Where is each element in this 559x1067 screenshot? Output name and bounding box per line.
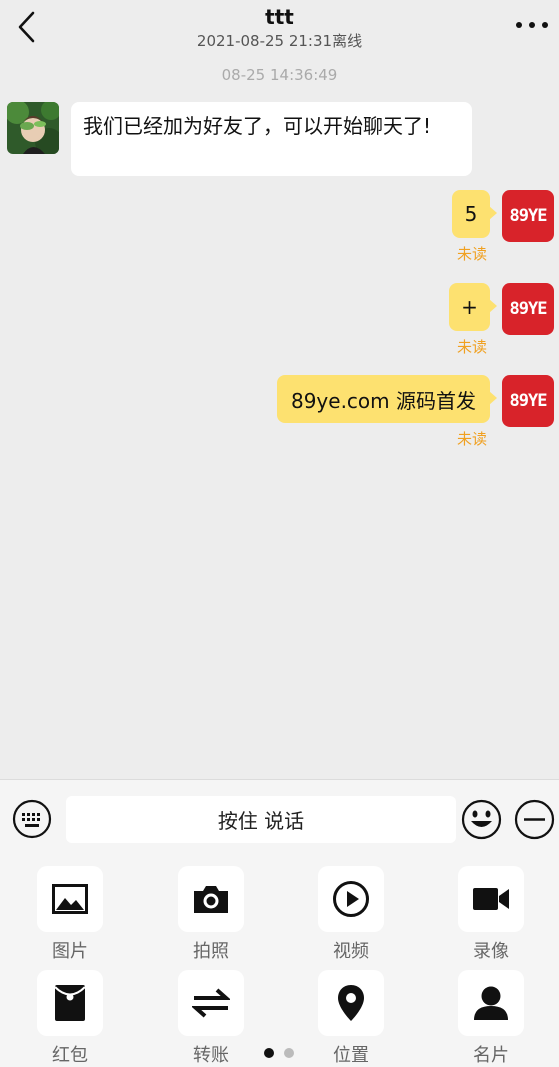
tool-location[interactable]: 位置	[318, 970, 384, 1067]
tool-label: 转账	[193, 1045, 229, 1066]
self-avatar[interactable]: 89YE	[502, 283, 554, 335]
image-icon	[52, 884, 88, 914]
tool-label: 视频	[333, 941, 369, 962]
tool-label: 红包	[52, 1045, 88, 1066]
self-message-bubble[interactable]: 89ye.com 源码首发	[277, 375, 497, 423]
friend-avatar[interactable]	[7, 102, 59, 154]
chat-header: ttt 2021-08-25 21:31离线	[0, 0, 559, 56]
friend-avatar-photo	[7, 102, 59, 154]
tool-transfer[interactable]: 转账	[178, 970, 244, 1067]
video-play-icon	[333, 881, 369, 917]
self-avatar[interactable]: 89YE	[502, 190, 554, 242]
self-avatar-logo: 89YE	[509, 391, 548, 411]
page-dot-active[interactable]	[264, 1048, 274, 1058]
self-message-bubble[interactable]: 5	[452, 190, 497, 238]
last-seen-status: 2021-08-25 21:31离线	[196, 32, 363, 50]
input-panel: 按住 说话 图片 拍照 视频 录像 红包 转账 位置 名片	[0, 779, 559, 1067]
chat-title: ttt	[265, 5, 294, 29]
red-envelope-icon	[54, 985, 86, 1021]
page-indicator	[264, 1048, 294, 1058]
collapse-panel-icon[interactable]	[514, 799, 555, 840]
message-timestamp: 08-25 14:36:49	[221, 66, 338, 84]
transfer-icon	[192, 988, 230, 1018]
page-dot[interactable]	[284, 1048, 294, 1058]
hold-to-talk-button[interactable]: 按住 说话	[66, 796, 456, 843]
tool-record[interactable]: 录像	[458, 866, 524, 963]
video-camera-icon	[473, 888, 509, 910]
tool-label: 名片	[473, 1045, 509, 1066]
tool-label: 拍照	[193, 941, 229, 962]
self-message-bubble[interactable]: +	[449, 283, 497, 331]
self-avatar-logo: 89YE	[509, 206, 548, 226]
self-avatar[interactable]: 89YE	[502, 375, 554, 427]
unread-status: 未读	[457, 338, 488, 356]
tool-contact-card[interactable]: 名片	[458, 970, 524, 1067]
self-avatar-logo: 89YE	[509, 299, 548, 319]
friend-message-bubble[interactable]: 我们已经加为好友了，可以开始聊天了!	[71, 102, 472, 176]
unread-status: 未读	[457, 245, 488, 263]
tool-video[interactable]: 视频	[318, 866, 384, 963]
tool-image[interactable]: 图片	[37, 866, 103, 963]
tool-label: 录像	[473, 941, 509, 962]
tool-label: 位置	[333, 1045, 369, 1066]
unread-status: 未读	[457, 430, 488, 448]
tool-camera[interactable]: 拍照	[178, 866, 244, 963]
tool-label: 图片	[52, 941, 88, 962]
emoji-icon[interactable]	[461, 799, 502, 840]
contact-card-icon	[474, 986, 508, 1020]
location-icon	[338, 985, 364, 1021]
tool-red-envelope[interactable]: 红包	[37, 970, 103, 1067]
keyboard-icon[interactable]	[12, 799, 52, 839]
camera-icon	[194, 886, 228, 913]
more-options-icon[interactable]	[515, 18, 549, 32]
